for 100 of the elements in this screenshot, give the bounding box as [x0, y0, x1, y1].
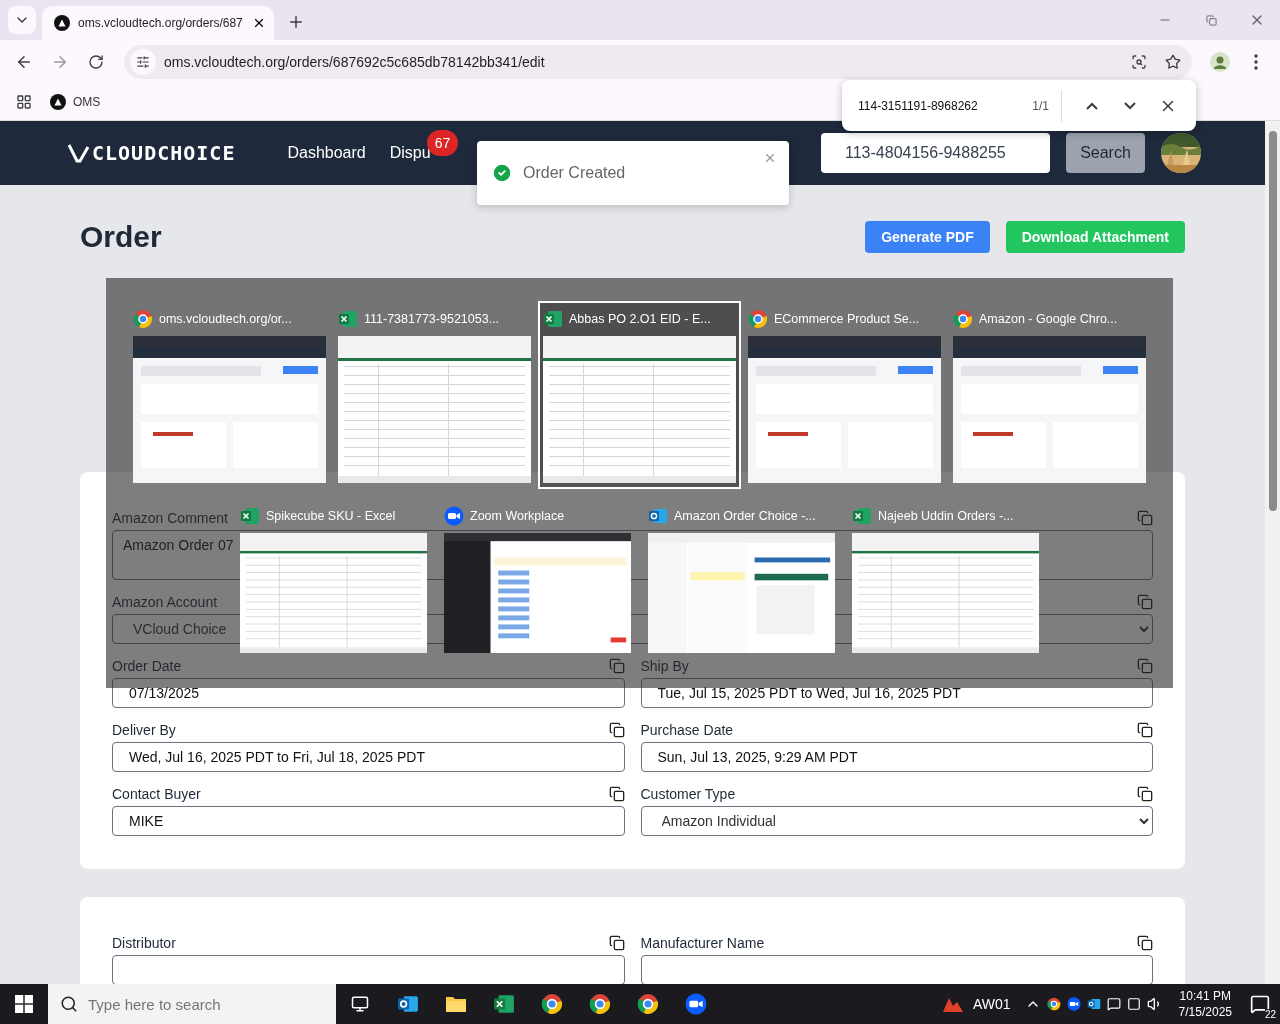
- arrow-right-icon: [51, 53, 69, 71]
- url-text: oms.vcloudtech.org/orders/687692c5c685db78142bb341/edit: [164, 54, 546, 70]
- avatar-icon: [1210, 52, 1230, 72]
- address-bar[interactable]: oms.vcloudtech.org/orders/687692c5c685db78142bb341/edit: [124, 45, 1192, 79]
- star-icon: [1165, 54, 1181, 70]
- browser-icon: [637, 993, 659, 1015]
- match-count: 1/1: [1032, 89, 1062, 122]
- field-label: Distributor: [112, 935, 176, 951]
- spreadsheet-icon: [338, 309, 358, 329]
- copy-icon[interactable]: [608, 935, 625, 951]
- window-icon[interactable]: [1126, 997, 1141, 1011]
- input-field[interactable]: MIKE: [112, 806, 625, 836]
- window-title: oms.vcloudtech.org/or...: [159, 312, 292, 326]
- tab-title: oms.vcloudtech.org/orders/687: [78, 16, 244, 30]
- input-field[interactable]: Wed, Jul 16, 2025 PDT to Fri, Jul 18, 2025 PDT: [112, 742, 625, 772]
- window-preview[interactable]: Najeeb Uddin Orders -...: [847, 498, 1044, 659]
- reload-icon: [88, 54, 104, 70]
- page-title: Order: [80, 220, 162, 254]
- scrollbar[interactable]: [1265, 121, 1280, 984]
- input-field[interactable]: Tue, Jul 15, 2025 PDT to Wed, Jul 16, 2025 PDT: [640, 678, 1153, 708]
- window-title: Zoom Workplace: [470, 509, 565, 523]
- input-field[interactable]: [112, 955, 625, 984]
- spreadsheet-icon: [852, 506, 872, 526]
- search-field[interactable]: Type here to search: [48, 984, 336, 1024]
- plus-icon: [287, 13, 305, 31]
- window-preview[interactable]: Abbas PO 2.O1 EID - E...: [538, 301, 741, 489]
- browser-icon: [133, 309, 153, 329]
- window-preview[interactable]: Amazon Order Choice -...: [643, 498, 840, 659]
- search-field[interactable]: 113-4804156-9488255: [821, 133, 1050, 173]
- mail-icon: [397, 993, 419, 1015]
- window-title: Spikecube SKU - Excel: [266, 509, 396, 523]
- restore-icon: [1205, 14, 1217, 26]
- input-field[interactable]: Sun, Jul 13, 2025, 9:29 AM PDT: [640, 742, 1153, 772]
- input-field[interactable]: 07/13/2025: [112, 678, 625, 708]
- lens-icon: [1131, 54, 1147, 70]
- video-camera-icon: [685, 993, 707, 1015]
- chevron-down-icon: [1124, 101, 1136, 110]
- window-preview[interactable]: Zoom Workplace: [439, 498, 636, 659]
- chevron-up-icon: [1086, 101, 1098, 110]
- browser-icon: [748, 309, 768, 329]
- logo[interactable]: CLOUDCHOICE: [68, 141, 236, 165]
- search-button[interactable]: Search: [1066, 133, 1145, 173]
- window-preview[interactable]: 111-7381773-9521053...: [333, 301, 536, 489]
- copy-icon[interactable]: [608, 786, 625, 802]
- mail-icon: [1086, 997, 1101, 1011]
- site-settings-button[interactable]: [130, 49, 156, 75]
- window-preview[interactable]: ECommerce Product Se...: [743, 301, 946, 489]
- bookmark-label: OMS: [73, 95, 101, 109]
- select-field[interactable]: Amazon Individual: [640, 806, 1153, 836]
- input-field[interactable]: [640, 955, 1153, 984]
- copy-icon[interactable]: [1137, 935, 1153, 951]
- window-preview[interactable]: Amazon - Google Chro...: [948, 301, 1151, 489]
- bookmark-link[interactable]: OMS: [50, 94, 101, 110]
- field-label: Deliver By: [112, 722, 176, 738]
- video-camera-icon: [1066, 997, 1081, 1011]
- task-view-icon: [351, 995, 369, 1013]
- copy-icon[interactable]: [608, 722, 625, 738]
- spreadsheet-icon: [543, 309, 563, 329]
- window-preview[interactable]: oms.vcloudtech.org/or...: [128, 301, 331, 489]
- field-label: Amazon Comment: [112, 510, 228, 526]
- window-title: Amazon Order Choice -...: [674, 509, 816, 523]
- window-preview[interactable]: Spikecube SKU - Excel: [235, 498, 432, 659]
- window-title: Abbas PO 2.O1 EID - E...: [569, 312, 711, 326]
- success-icon: [491, 162, 513, 184]
- notifications-button[interactable]: 22: [1240, 984, 1280, 1024]
- mail-icon: [648, 506, 668, 526]
- sliders-icon: [136, 55, 150, 69]
- chat-icon[interactable]: [1106, 997, 1121, 1011]
- start-icon: [15, 995, 33, 1013]
- field-label: Purchase Date: [640, 722, 734, 738]
- copy-icon[interactable]: [1137, 722, 1153, 738]
- field-label: Ship By: [640, 658, 689, 674]
- browser-icon: [541, 993, 563, 1015]
- browser-icon: [589, 993, 611, 1015]
- browser-icon: [1046, 997, 1061, 1011]
- nav-link[interactable]: Dashboard: [287, 144, 366, 162]
- field-label: Amazon Account: [112, 594, 218, 610]
- site-icon: [54, 15, 70, 31]
- weather-label[interactable]: AW01: [973, 996, 1011, 1012]
- spreadsheet-icon: [240, 506, 260, 526]
- clock[interactable]: 10:41 PM 7/15/2025: [1178, 988, 1232, 1020]
- close-icon[interactable]: [252, 16, 266, 30]
- notification-count: 22: [1264, 1009, 1276, 1020]
- toast-message: Order Created: [523, 164, 627, 182]
- copy-icon[interactable]: [1137, 786, 1153, 802]
- folder-icon: [445, 995, 467, 1013]
- action-button[interactable]: Generate PDF: [865, 221, 990, 253]
- window-title: ECommerce Product Se...: [774, 312, 920, 326]
- spreadsheet-icon: [493, 993, 515, 1015]
- window-title: Amazon - Google Chro...: [979, 312, 1118, 326]
- field-label: Contact Buyer: [112, 786, 201, 802]
- field-label: Customer Type: [640, 786, 736, 802]
- browser-icon: [953, 309, 973, 329]
- find-query[interactable]: 114-3151191-8968262: [858, 98, 1027, 113]
- site-icon: [50, 94, 66, 110]
- field-label: Order Date: [112, 658, 182, 674]
- field-label: Manufacturer Name: [640, 935, 765, 951]
- browser-tab[interactable]: oms.vcloudtech.org/orders/687: [42, 6, 274, 40]
- window-title: Najeeb Uddin Orders -...: [878, 509, 1014, 523]
- menu-icon: [1254, 54, 1258, 70]
